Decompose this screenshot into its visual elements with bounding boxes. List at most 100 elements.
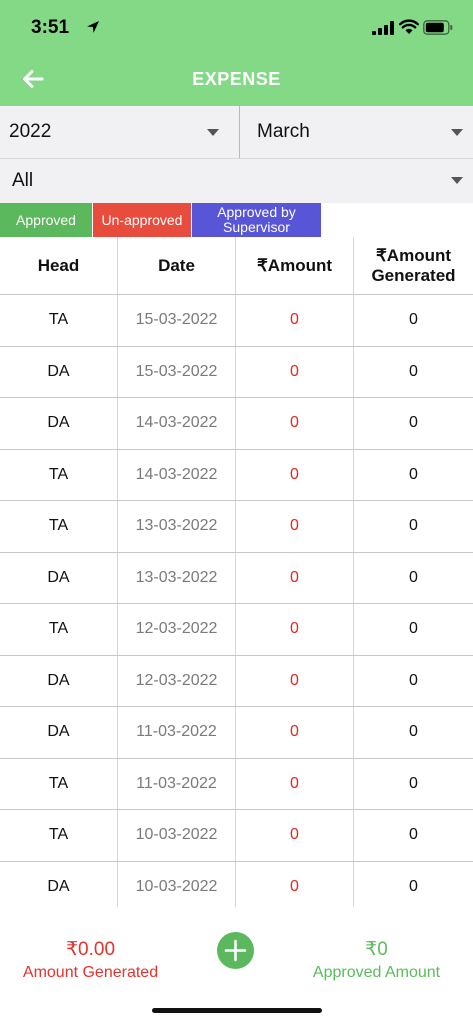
chevron-down-icon <box>451 177 463 184</box>
table-row[interactable]: DA 15-03-2022 0 0 <box>0 346 473 398</box>
table-row[interactable]: TA 12-03-2022 0 0 <box>0 604 473 656</box>
row-head-cell: DA <box>0 655 118 706</box>
row-amount-cell: 0 <box>236 295 354 346</box>
table-row[interactable]: TA 11-03-2022 0 0 <box>0 758 473 810</box>
month-select-value: March <box>257 121 310 142</box>
row-date-cell: 15-03-2022 <box>118 295 236 346</box>
plus-icon <box>224 939 247 962</box>
row-amount-generated-cell: 0 <box>409 877 418 895</box>
row-date-cell: 12-03-2022 <box>118 604 236 655</box>
row-date-cell: 11-03-2022 <box>118 758 236 809</box>
row-amount-cell: 0 <box>236 449 354 500</box>
row-date-cell: 10-03-2022 <box>118 810 236 861</box>
status-filter-value: All <box>12 170 34 191</box>
row-amount-generated-cell: 0 <box>409 671 418 689</box>
status-bar: 3:51 <box>0 0 473 52</box>
chevron-down-icon <box>451 129 463 136</box>
row-date-cell: 13-03-2022 <box>118 501 236 552</box>
table-row[interactable]: DA 12-03-2022 0 0 <box>0 655 473 707</box>
row-amount-generated-cell: 0 <box>409 465 418 483</box>
status-time: 3:51 <box>31 17 70 38</box>
row-date-cell: 12-03-2022 <box>118 655 236 706</box>
column-header-amount-generated: ₹Amount Generated <box>371 245 456 285</box>
column-header-date: Date <box>118 237 236 294</box>
row-amount-cell: 0 <box>236 758 354 809</box>
row-amount-generated-cell: 0 <box>409 723 418 741</box>
row-date-cell: 14-03-2022 <box>118 398 236 449</box>
row-amount-generated-cell: 0 <box>409 620 418 638</box>
table-row[interactable]: TA 15-03-2022 0 0 <box>0 295 473 347</box>
row-amount-generated-cell: 0 <box>409 362 418 380</box>
summary-footer: ₹0.00 Amount Generated ₹0 Approved Amoun… <box>0 907 473 1024</box>
table-row[interactable]: TA 14-03-2022 0 0 <box>0 449 473 501</box>
approved-amount-summary: ₹0 Approved Amount <box>295 938 458 982</box>
row-head-cell: DA <box>0 552 118 603</box>
amount-generated-value: ₹0.00 <box>65 939 116 960</box>
row-date-cell: 15-03-2022 <box>118 346 236 397</box>
column-header-head: Head <box>0 237 118 294</box>
table-row[interactable]: DA 14-03-2022 0 0 <box>0 398 473 450</box>
year-select[interactable]: 2022 <box>0 106 239 158</box>
year-select-value: 2022 <box>9 121 52 142</box>
table-row[interactable]: DA 11-03-2022 0 0 <box>0 707 473 759</box>
amount-generated-label: Amount Generated <box>22 964 159 981</box>
page-title: EXPENSE <box>192 69 281 89</box>
row-head-cell: TA <box>0 449 118 500</box>
approved-amount-label: Approved Amount <box>312 964 441 981</box>
location-arrow-icon <box>87 21 99 33</box>
legend-unapproved: Un-approved <box>93 203 191 237</box>
status-legend: Approved Un-approved Approved by Supervi… <box>0 203 321 237</box>
row-head-cell: DA <box>0 346 118 397</box>
row-amount-cell: 0 <box>236 398 354 449</box>
filter-panel: 2022 March All <box>0 106 473 203</box>
wifi-icon <box>399 19 419 34</box>
table-header-row: Head Date ₹Amount ₹Amount Generated <box>0 237 473 295</box>
cellular-signal-icon <box>372 21 394 35</box>
chevron-down-icon <box>207 129 219 136</box>
row-amount-generated-cell: 0 <box>409 311 418 329</box>
row-head-cell: TA <box>0 758 118 809</box>
row-amount-cell: 0 <box>236 604 354 655</box>
row-head-cell: TA <box>0 604 118 655</box>
row-head-cell: TA <box>0 295 118 346</box>
row-head-cell: TA <box>0 810 118 861</box>
legend-approved: Approved <box>0 203 92 237</box>
app-header: 3:51 EXPENSE <box>0 0 473 106</box>
row-amount-generated-cell: 0 <box>409 568 418 586</box>
row-head-cell: DA <box>0 707 118 758</box>
row-amount-cell: 0 <box>236 810 354 861</box>
row-amount-cell: 0 <box>236 552 354 603</box>
row-amount-generated-cell: 0 <box>409 517 418 535</box>
nav-bar: EXPENSE <box>0 52 473 106</box>
column-header-amount: ₹Amount <box>236 237 354 294</box>
table-row[interactable]: DA 13-03-2022 0 0 <box>0 552 473 604</box>
row-amount-cell: 0 <box>236 655 354 706</box>
home-indicator <box>152 1008 322 1013</box>
row-date-cell: 14-03-2022 <box>118 449 236 500</box>
legend-approved-by-supervisor: Approved by Supervisor <box>192 203 321 237</box>
add-expense-button[interactable] <box>217 932 254 969</box>
month-select[interactable]: March <box>240 106 473 158</box>
row-date-cell: 10-03-2022 <box>118 861 236 907</box>
expense-table[interactable]: Head Date ₹Amount ₹Amount Generated TA 15… <box>0 237 473 907</box>
amount-generated-summary: ₹0.00 Amount Generated <box>0 938 181 982</box>
row-amount-cell: 0 <box>236 346 354 397</box>
table-row[interactable]: TA 10-03-2022 0 0 <box>0 810 473 862</box>
approved-amount-value: ₹0 <box>365 939 388 960</box>
row-amount-cell: 0 <box>236 707 354 758</box>
row-date-cell: 11-03-2022 <box>118 707 236 758</box>
row-amount-generated-cell: 0 <box>409 774 418 792</box>
table-row[interactable]: TA 13-03-2022 0 0 <box>0 501 473 553</box>
status-filter-select[interactable]: All <box>0 159 473 203</box>
row-amount-cell: 0 <box>236 861 354 907</box>
row-head-cell: DA <box>0 398 118 449</box>
table-row[interactable]: DA 10-03-2022 0 0 <box>0 861 473 907</box>
row-head-cell: TA <box>0 501 118 552</box>
row-head-cell: DA <box>0 861 118 907</box>
row-amount-generated-cell: 0 <box>409 826 418 844</box>
row-date-cell: 13-03-2022 <box>118 552 236 603</box>
row-amount-generated-cell: 0 <box>409 414 418 432</box>
battery-icon <box>423 20 453 35</box>
table-body: TA 15-03-2022 0 0 DA 15-03-2022 0 0 DA 14-03-2022… <box>0 295 473 907</box>
row-amount-cell: 0 <box>236 501 354 552</box>
